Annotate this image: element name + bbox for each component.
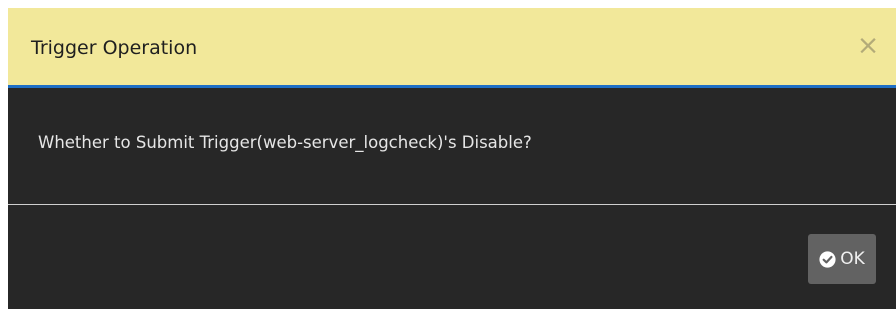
dialog-title: Trigger Operation (31, 37, 198, 59)
dialog-body: Whether to Submit Trigger(web-server_log… (8, 88, 896, 205)
dialog-footer: OK (8, 206, 896, 309)
close-icon: × (856, 30, 880, 61)
ok-button-label: OK (840, 249, 865, 269)
check-circle-icon (819, 250, 836, 268)
confirmation-message: Whether to Submit Trigger(web-server_log… (38, 133, 532, 152)
ok-button[interactable]: OK (808, 234, 876, 284)
trigger-operation-dialog: Trigger Operation × Whether to Submit Tr… (8, 8, 896, 309)
close-button[interactable]: × (855, 32, 881, 60)
dialog-header: Trigger Operation × (8, 8, 896, 88)
